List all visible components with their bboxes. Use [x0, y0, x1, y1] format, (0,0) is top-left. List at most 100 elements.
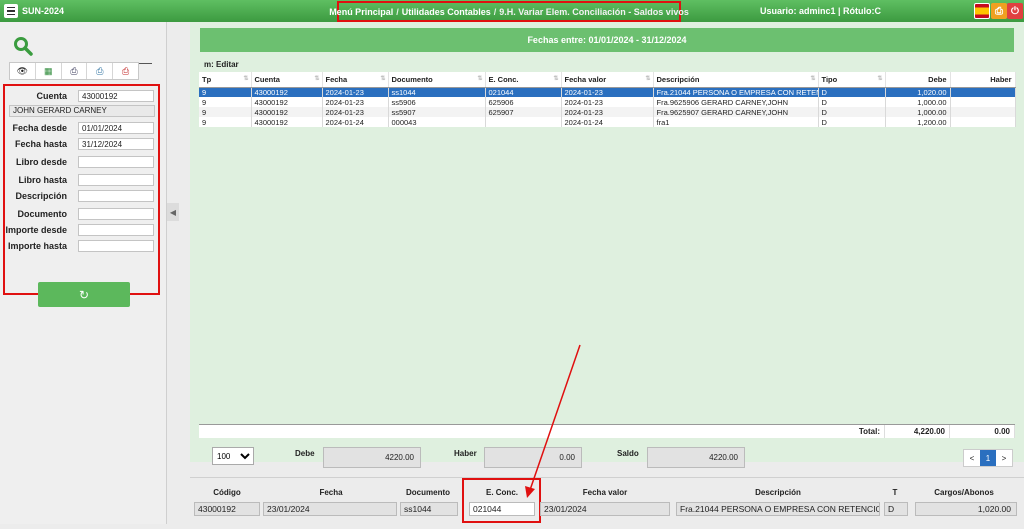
table-cell: 43000192	[251, 97, 323, 107]
eye-icon[interactable]: 👁	[10, 63, 36, 79]
menu-icon[interactable]	[4, 4, 18, 18]
documento-field[interactable]: ss1044	[400, 502, 458, 516]
table-cell: 9	[199, 97, 252, 107]
libro-hasta-label: Libro hasta	[18, 175, 67, 185]
breadcrumb-item-current: 9.H. Variar Elem. Conciliación - Saldos …	[499, 6, 689, 17]
print-icon[interactable]: ⎙	[62, 63, 88, 79]
pagination: < 1 >	[963, 449, 1013, 467]
cargos-field[interactable]: 1,020.00	[915, 502, 1017, 516]
column-header[interactable]: Haber	[950, 72, 1016, 88]
total-haber: 0.00	[950, 425, 1015, 438]
refresh-icon: ↻	[78, 287, 90, 302]
app-title: SUN-2024	[22, 6, 65, 16]
chevron-left-icon[interactable]: ◀	[167, 203, 179, 221]
table-cell	[485, 117, 562, 127]
column-header[interactable]: Cuenta ⇅	[251, 72, 323, 88]
table-cell: 1,020.00	[885, 87, 951, 97]
filter-form: Cuenta JOHN GERARD CARNEY Fecha desde Fe…	[3, 84, 160, 307]
table-cell: 43000192	[251, 117, 323, 127]
refresh-button[interactable]: ↻	[38, 282, 130, 307]
descripcion-label: Descripción	[15, 191, 67, 201]
documento-input[interactable]	[78, 208, 154, 220]
saldo-label: Saldo	[617, 449, 639, 458]
table-cell: ss5906	[388, 97, 486, 107]
printer-alt-icon[interactable]: ⎙	[87, 63, 114, 79]
pager-page-button[interactable]: 1	[980, 450, 996, 466]
t-field[interactable]: D	[884, 502, 908, 516]
table-row[interactable]: 9 43000192 2024-01-23 ss1044 021044 2024-01-2…	[199, 87, 1016, 97]
libro-hasta-input[interactable]	[78, 174, 154, 186]
table-cell: 021044	[485, 87, 562, 97]
documento-label: Documento	[406, 488, 450, 497]
table-cell: 9	[199, 107, 252, 117]
table-header-row: Tp ⇅ Cuenta ⇅ Fecha ⇅ Documento ⇅ E. Conc. ⇅ …	[199, 72, 1016, 88]
pager-next-button[interactable]: >	[996, 450, 1012, 466]
breadcrumb-item-menu[interactable]: Menú Principal	[329, 7, 393, 17]
table-cell: 9	[199, 87, 252, 97]
user-info: Usuario: adminc1 | Rótulo:C	[760, 6, 882, 16]
search-icon[interactable]	[13, 36, 33, 56]
table-cell: 1,000.00	[885, 97, 951, 107]
table-row[interactable]: 9 43000192 2024-01-23 ss5906 625906 2024-01-2…	[199, 97, 1016, 107]
debe-value: 4220.00	[323, 447, 421, 468]
pager-prev-button[interactable]: <	[964, 450, 980, 466]
client-name: JOHN GERARD CARNEY	[9, 105, 155, 117]
fecha-label: Fecha	[319, 488, 343, 497]
haber-value: 0.00	[484, 447, 582, 468]
table-cell: 2024-01-24	[561, 117, 654, 127]
top-bar: SUN-2024 Menú Principal / Utilidades Con…	[0, 0, 1024, 22]
descripcion-input[interactable]	[78, 190, 154, 202]
table-cell: 625906	[485, 97, 562, 107]
power-icon[interactable]: ⏻	[1007, 3, 1023, 19]
column-header[interactable]: Tp ⇅	[199, 72, 252, 88]
cuenta-input[interactable]	[78, 90, 154, 102]
export-toolbar: 👁 ▦ ⎙ ⎙ ⎙	[9, 62, 139, 80]
column-header[interactable]: Fecha valor ⇅	[561, 72, 654, 88]
table-cell: 2024-01-23	[561, 107, 654, 117]
excel-icon[interactable]: ▦	[36, 63, 62, 79]
column-header[interactable]: Descripción ⇅	[653, 72, 819, 88]
table-row[interactable]: 9 43000192 2024-01-23 ss5907 625907 2024-01-2…	[199, 107, 1016, 117]
codigo-field[interactable]: 43000192	[194, 502, 260, 516]
table-cell: Fra.9625906 GERARD CARNEY,JOHN	[653, 97, 819, 107]
breadcrumb-item-utilidades[interactable]: Utilidades Contables	[402, 7, 491, 17]
table-row[interactable]: 9 43000192 2024-01-24 000043 2024-01-24 fra1 D…	[199, 117, 1016, 127]
table-cell: 1,000.00	[885, 107, 951, 117]
table-cell: 9	[199, 117, 252, 127]
descripcion-field[interactable]: Fra.21044 PERSONA O EMPRESA CON RETENCIO…	[676, 502, 880, 516]
table-cell: fra1	[653, 117, 819, 127]
haber-label: Haber	[454, 449, 477, 458]
column-header[interactable]: Debe	[885, 72, 951, 88]
econc-label: E. Conc.	[485, 488, 518, 497]
pdf-icon[interactable]: ⎙	[113, 63, 138, 79]
column-header[interactable]: Fecha ⇅	[322, 72, 389, 88]
table-cell: Fra.21044 PERSONA O EMPRESA CON RETENCIO…	[653, 87, 819, 97]
table-cell: 2024-01-23	[322, 107, 389, 117]
documento-label: Documento	[17, 209, 68, 219]
table-cell: D	[818, 97, 886, 107]
cuenta-label: Cuenta	[36, 91, 67, 101]
flag-icon[interactable]	[974, 3, 990, 19]
table-cell: ss1044	[388, 87, 486, 97]
table-cell	[950, 87, 1016, 97]
descripcion-label: Descripción	[755, 488, 801, 497]
econc-field[interactable]: 021044	[469, 502, 535, 516]
table-cell: D	[818, 107, 886, 117]
print-icon[interactable]: ⎙	[991, 3, 1007, 19]
fecha-hasta-input[interactable]	[78, 138, 154, 150]
column-header[interactable]: Tipo ⇅	[818, 72, 886, 88]
column-header[interactable]: E. Conc. ⇅	[485, 72, 562, 88]
importe-hasta-input[interactable]	[78, 240, 154, 252]
fecha-valor-field[interactable]: 23/01/2024	[540, 502, 670, 516]
importe-desde-input[interactable]	[78, 224, 154, 236]
table-cell: 2024-01-23	[561, 87, 654, 97]
breadcrumb-separator: /	[493, 6, 497, 17]
fecha-desde-input[interactable]	[78, 122, 154, 134]
table-cell: 2024-01-23	[561, 97, 654, 107]
total-label: Total:	[199, 425, 885, 438]
column-header[interactable]: Documento ⇅	[388, 72, 486, 88]
table-cell: D	[818, 117, 886, 127]
page-size-select[interactable]: 100	[212, 447, 254, 465]
libro-desde-input[interactable]	[78, 156, 154, 168]
fecha-field[interactable]: 23/01/2024	[263, 502, 397, 516]
